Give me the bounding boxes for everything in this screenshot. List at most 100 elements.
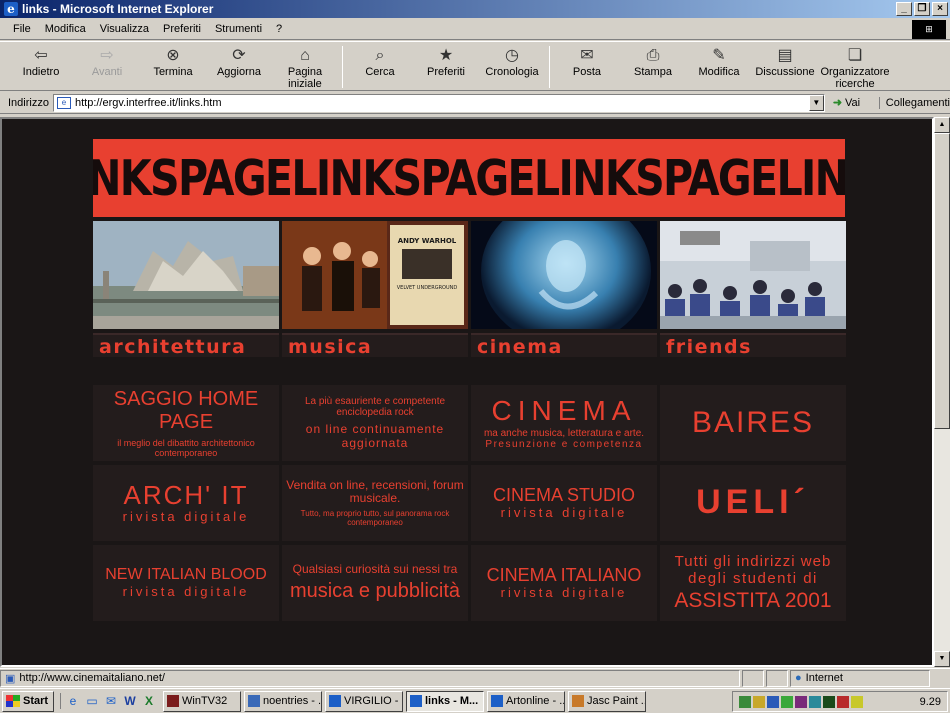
link-cinema-italiano[interactable]: CINEMA ITALIANO rivista digitale (471, 545, 657, 621)
outlook-quicklaunch-icon[interactable]: ✉ (103, 693, 119, 709)
address-dropdown-icon[interactable]: ▼ (808, 94, 824, 111)
page-content: NKSPAGELINKSPAGELINKSPAGELINKSPAG ANDY W… (0, 117, 934, 667)
mail-icon: ✉ (580, 47, 594, 64)
excel-quicklaunch-icon[interactable]: X (141, 693, 157, 709)
link-new-italian-blood[interactable]: NEW ITALIAN BLOOD rivista digitale (93, 545, 279, 621)
taskbar: Start e ▭ ✉ W X WinTV32 noentries - ... … (0, 688, 950, 713)
search-icon: ⌕ (375, 47, 385, 64)
tray-volume-icon[interactable] (753, 695, 765, 708)
tray-display-icon[interactable] (795, 695, 807, 708)
jasc-paint-icon (572, 695, 584, 707)
task-jasc-paint[interactable]: Jasc Paint ... (568, 690, 646, 712)
caption-architettura[interactable]: architettura (93, 333, 279, 358)
favorites-icon: ★ (438, 47, 454, 64)
home-icon: ⌂ (300, 47, 310, 64)
refresh-button[interactable]: ⟳ Aggiorna (206, 42, 272, 78)
link-arch-it[interactable]: ARCH' IT rivista digitale (93, 465, 279, 541)
forward-button[interactable]: ⇨ Avanti (74, 42, 140, 78)
classroom-image (660, 221, 846, 329)
security-zone: ● Internet (790, 669, 930, 687)
link-baires[interactable]: BAIRES (660, 385, 846, 461)
menu-file[interactable]: File (13, 23, 31, 35)
favorites-button[interactable]: ★ Preferiti (413, 42, 479, 78)
clock: 9.29 (919, 695, 941, 708)
caption-cinema[interactable]: cinema (471, 333, 657, 358)
menu-strumenti[interactable]: Strumenti (215, 23, 262, 35)
mail-button[interactable]: ✉ Posta (554, 42, 620, 78)
address-input[interactable]: e http://ergv.interfree.it/links.htm ▼ (52, 93, 825, 112)
vertical-scrollbar[interactable]: ▲ ▼ (934, 117, 950, 667)
tray-modem-icon[interactable] (809, 695, 821, 708)
link-assistita-2001[interactable]: Tutti gli indirizzi web degli studenti d… (660, 545, 846, 621)
back-arrow-icon: ⇦ (34, 47, 48, 64)
word-quicklaunch-icon[interactable]: W (122, 693, 138, 709)
star-child-image (471, 221, 657, 329)
link-cinema[interactable]: CINEMA ma anche musica, letteratura e ar… (471, 385, 657, 461)
poster-andy-text: ANDY WARHOL (398, 237, 457, 245)
poster-velvet-text: VELVET UNDERGROUND (397, 285, 458, 291)
tray-messenger-icon[interactable] (781, 695, 793, 708)
menu-bar: File Modifica Visualizza Preferiti Strum… (0, 18, 950, 40)
close-button[interactable]: × (932, 2, 948, 16)
menu-preferiti[interactable]: Preferiti (163, 23, 201, 35)
ie-logo-icon: e (4, 2, 18, 16)
menu-modifica[interactable]: Modifica (45, 23, 86, 35)
menu-help[interactable]: ? (276, 23, 282, 35)
research-button[interactable]: ❏ Organizzatore ricerche (818, 42, 892, 90)
maximize-button[interactable]: ❐ (914, 2, 930, 16)
print-button[interactable]: ⎙ Stampa (620, 42, 686, 78)
friends-photo[interactable] (660, 221, 846, 329)
menu-visualizza[interactable]: Visualizza (100, 23, 149, 35)
desktop-quicklaunch-icon[interactable]: ▭ (84, 693, 100, 709)
toolbar: ⇦ Indietro ⇨ Avanti ⊗ Termina ⟳ Aggiorna ⌂ Pa… (0, 41, 950, 91)
status-bar: ▣ http://www.cinemaitaliano.net/ ● Interne… (0, 668, 950, 687)
cinema-photo[interactable] (471, 221, 657, 329)
start-button[interactable]: Start (2, 690, 54, 712)
caption-musica[interactable]: musica (282, 333, 468, 358)
print-icon: ⎙ (646, 47, 660, 64)
link-rock-encyclopedia[interactable]: La più esauriente e competente enciclope… (282, 385, 468, 461)
link-ueli[interactable]: UELI´ (660, 465, 846, 541)
scroll-down-icon[interactable]: ▼ (934, 651, 950, 667)
caption-friends[interactable]: friends (660, 333, 846, 358)
tray-battery-icon[interactable] (823, 695, 835, 708)
globe-icon: ● (795, 672, 802, 684)
task-virgilio[interactable]: VIRGILIO - ... (325, 690, 403, 712)
stop-icon: ⊗ (166, 47, 180, 64)
link-musica-pubblicita[interactable]: Qualsiasi curiosità sui nessi tra musica… (282, 545, 468, 621)
tray-network-icon[interactable] (739, 695, 751, 708)
minimize-button[interactable]: _ (896, 2, 912, 16)
music-photo[interactable]: ANDY WARHOL VELVET UNDERGROUND (282, 221, 468, 329)
research-icon: ❏ (847, 47, 863, 64)
link-rock-shop[interactable]: Vendita on line, recensioni, forum music… (282, 465, 468, 541)
stop-button[interactable]: ⊗ Termina (140, 42, 206, 78)
ie-quicklaunch-icon[interactable]: e (65, 693, 81, 709)
architecture-photo[interactable] (93, 221, 279, 329)
task-artonline[interactable]: Artonline - ... (487, 690, 565, 712)
virgilio-icon (329, 695, 341, 707)
home-button[interactable]: ⌂ Pagina iniziale (272, 42, 338, 90)
quick-launch: e ▭ ✉ W X (60, 693, 157, 709)
task-noentries[interactable]: noentries - ... (244, 690, 322, 712)
discuss-button[interactable]: ▤ Discussione (752, 42, 818, 78)
link-saggio-home-page[interactable]: SAGGIO HOME PAGE il meglio del dibattito… (93, 385, 279, 461)
history-button[interactable]: ◷ Cronologia (479, 42, 545, 78)
forward-arrow-icon: ⇨ (100, 47, 114, 64)
go-arrow-icon: ➜ (832, 97, 843, 109)
back-button[interactable]: ⇦ Indietro (8, 42, 74, 78)
tray-printer-icon[interactable] (837, 695, 849, 708)
edit-button[interactable]: ✎ Modifica (686, 42, 752, 78)
status-page-icon: ▣ (5, 672, 16, 685)
tray-update-icon[interactable] (851, 695, 863, 708)
links-toolbar[interactable]: Collegamenti (878, 96, 950, 109)
history-icon: ◷ (505, 47, 519, 64)
scroll-thumb[interactable] (934, 133, 950, 429)
task-wintv32[interactable]: WinTV32 (163, 690, 241, 712)
go-button[interactable]: ➜ Vai (832, 96, 877, 110)
wintv-icon (167, 695, 179, 707)
search-button[interactable]: ⌕ Cerca (347, 42, 413, 78)
link-cinema-studio[interactable]: CINEMA STUDIO rivista digitale (471, 465, 657, 541)
tray-antivirus-icon[interactable] (767, 695, 779, 708)
task-links[interactable]: links - M... (406, 690, 484, 712)
scroll-up-icon[interactable]: ▲ (934, 117, 950, 133)
